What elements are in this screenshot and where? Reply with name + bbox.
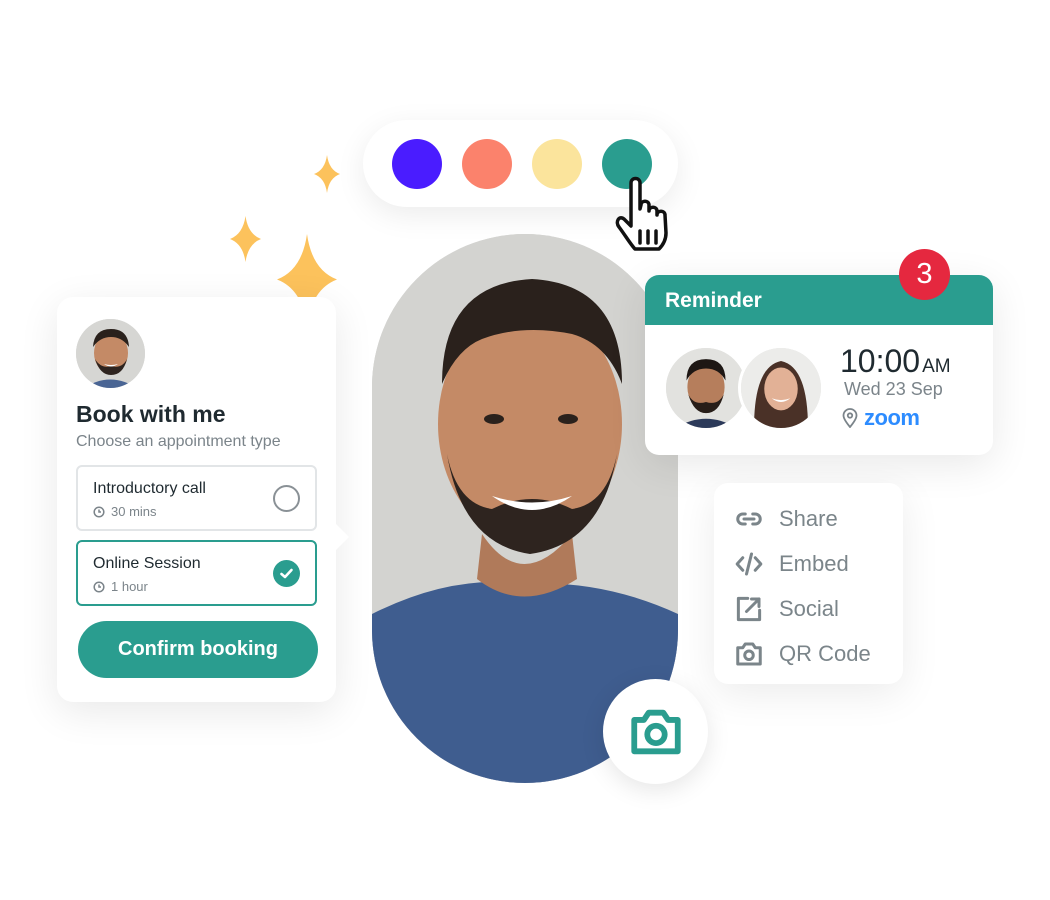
external-link-icon	[736, 596, 762, 621]
option-title: Introductory call	[93, 480, 206, 497]
attendee-avatar-guest	[738, 345, 824, 431]
radio-checked-icon[interactable]	[273, 560, 300, 587]
camera-button[interactable]	[603, 679, 708, 784]
share-menu-label: QR Code	[779, 640, 871, 666]
share-menu-item-embed[interactable]: Embed	[714, 541, 903, 586]
attendee-avatar-host	[663, 345, 749, 431]
zoom-logo[interactable]: zoom	[864, 405, 920, 431]
share-menu-item-share[interactable]: Share	[714, 496, 903, 541]
time-ampm: AM	[922, 356, 951, 377]
option-introductory-call[interactable]: Introductory call 30 mins	[76, 465, 317, 531]
radio-unchecked-icon[interactable]	[273, 485, 300, 512]
share-menu-label: Embed	[779, 550, 849, 576]
option-duration: 30 mins	[93, 504, 157, 519]
duration-text: 30 mins	[111, 504, 157, 519]
booking-title: Book with me	[76, 401, 226, 427]
swatch-butter[interactable]	[532, 138, 582, 189]
share-menu-label: Social	[779, 595, 839, 621]
option-duration: 1 hour	[93, 579, 148, 594]
reminder-time: 10:00 AM	[840, 343, 951, 380]
reminder-location: zoom	[842, 405, 920, 431]
booking-card: Book with me Choose an appointment type …	[57, 297, 349, 702]
duration-text: 1 hour	[111, 579, 148, 594]
swatch-violet[interactable]	[392, 138, 442, 189]
location-pin-icon	[842, 408, 858, 428]
option-title: Online Session	[93, 555, 201, 572]
swatch-coral[interactable]	[462, 138, 512, 189]
sparkle-small-icon	[314, 155, 340, 193]
clock-icon	[93, 580, 105, 593]
reminder-date: Wed 23 Sep	[844, 379, 943, 399]
avatar	[76, 319, 145, 388]
camera-icon	[630, 709, 681, 754]
notification-badge: 3	[899, 249, 950, 300]
share-menu-item-social[interactable]: Social	[714, 586, 903, 631]
code-icon	[735, 552, 763, 575]
share-menu-label: Share	[779, 505, 838, 531]
hand-pointer-icon	[615, 176, 668, 251]
booking-subtitle: Choose an appointment type	[76, 433, 281, 450]
share-menu: Share Embed Social QR Code	[714, 483, 903, 684]
confirm-booking-button[interactable]: Confirm booking	[78, 621, 318, 678]
card-pointer	[335, 523, 349, 551]
share-menu-item-qr-code[interactable]: QR Code	[714, 631, 903, 676]
sparkle-medium-icon	[230, 216, 261, 262]
checkmark-icon	[280, 568, 293, 579]
clock-icon	[93, 505, 105, 518]
link-icon	[736, 512, 762, 525]
option-online-session[interactable]: Online Session 1 hour	[76, 540, 317, 606]
camera-icon	[736, 642, 762, 665]
reminder-card: Reminder 10:00 AM Wed 23 Sep zoom	[645, 275, 993, 455]
time-value: 10:00	[840, 343, 921, 379]
